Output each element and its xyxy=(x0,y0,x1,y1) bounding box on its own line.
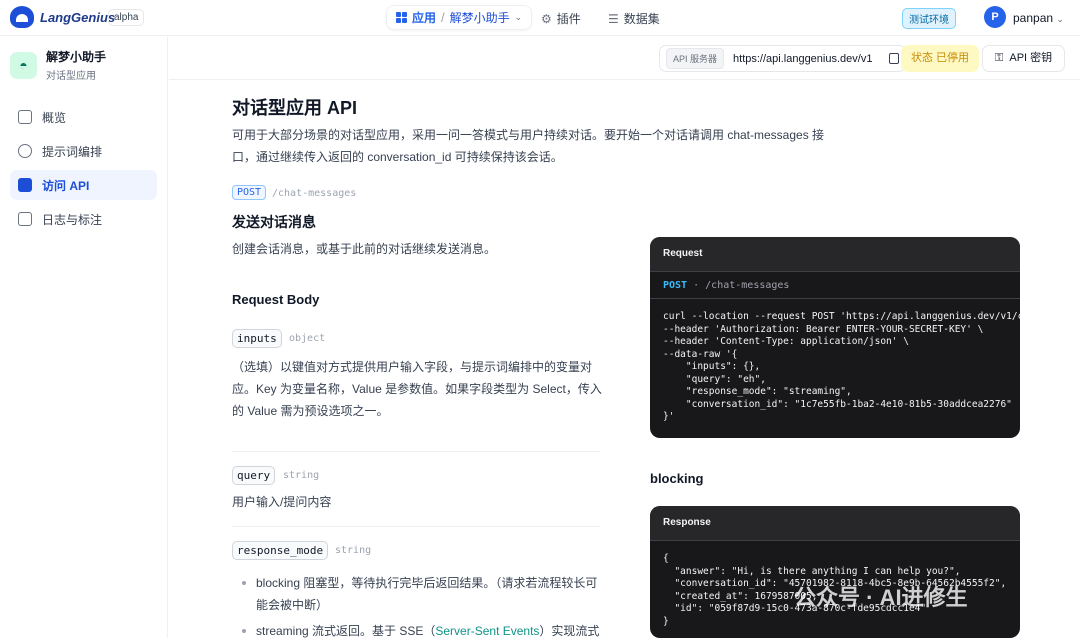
app-name: 解梦小助手 xyxy=(46,50,107,64)
alpha-badge: alpha xyxy=(108,9,145,26)
api-server-url: https://api.langgenius.dev/v1 xyxy=(733,52,873,65)
user-menu[interactable]: panpan ⌄ xyxy=(1013,11,1064,25)
param-type: string xyxy=(335,545,372,556)
nav-datasets-label: 数据集 xyxy=(623,12,660,26)
response-mode-list: blocking 阻塞型，等待执行完毕后返回结果。（请求若流程较长可能会被中断）… xyxy=(242,572,602,638)
param-name: query xyxy=(232,466,276,485)
plugin-icon: ⚙ xyxy=(541,11,552,26)
param-description: （选填）以键值对方式提供用户输入字段，与提示词编排中的变量对应。Key 为变量名… xyxy=(232,360,602,418)
request-method: POST xyxy=(663,280,688,291)
apps-grid-icon xyxy=(396,12,407,23)
api-server-box: API 服务器 https://api.langgenius.dev/v1 xyxy=(659,45,907,72)
key-icon: ⚿ xyxy=(995,52,1004,64)
environment-badge: 测试环境 xyxy=(902,8,956,29)
response-card-title: Response xyxy=(650,506,1020,540)
list-item-prefix: streaming 流式返回。基于 SSE（ xyxy=(256,624,436,638)
chevron-down-icon: ⌄ xyxy=(1056,14,1064,24)
page-title: 对话型应用 API xyxy=(232,98,358,118)
param-type: object xyxy=(289,333,326,344)
param-name: inputs xyxy=(232,329,282,348)
terminal-icon xyxy=(18,178,32,192)
status-badge: 状态 已停用 xyxy=(901,45,980,72)
watermark: 公众号 · AI进修生 xyxy=(794,585,968,610)
avatar[interactable]: P xyxy=(984,6,1006,28)
sse-link[interactable]: Server-Sent Events xyxy=(435,624,539,638)
blocking-heading: blocking xyxy=(650,471,704,486)
nav-plugins[interactable]: ⚙ 插件 xyxy=(541,10,581,27)
method-badge: POST xyxy=(232,185,267,200)
app-card[interactable]: ◓ 解梦小助手 对话型应用 xyxy=(10,48,106,82)
gear-icon xyxy=(18,144,32,158)
nav-apps-link[interactable]: 应用 xyxy=(412,9,436,26)
request-code[interactable]: curl --location --request POST 'https://… xyxy=(650,299,1020,436)
section-description: 创建会话消息，或基于此前的对话继续发送消息。 xyxy=(232,242,497,256)
api-server-label: API 服务器 xyxy=(666,48,725,69)
chart-icon xyxy=(18,110,32,124)
section-title: 发送对话消息 xyxy=(232,214,316,230)
logo-text: LangGenius xyxy=(40,9,116,25)
request-endpoint: POST · /chat-messages xyxy=(650,271,1020,299)
request-card-title: Request xyxy=(650,237,1020,271)
request-body-heading: Request Body xyxy=(232,292,320,307)
sidebar-item-prompt[interactable]: 提示词编排 xyxy=(10,136,157,166)
api-key-button[interactable]: ⚿ API 密钥 xyxy=(982,45,1066,72)
list-item: streaming 流式返回。基于 SSE（Server-Sent Events… xyxy=(242,620,602,638)
sidebar-item-logs[interactable]: 日志与标注 xyxy=(10,204,157,234)
param-description: 用户输入/提问内容 xyxy=(232,495,332,509)
nav-plugins-label: 插件 xyxy=(556,12,581,26)
sidebar: ◓ 解梦小助手 对话型应用 概览 提示词编排 访问 API 日志与标注 xyxy=(0,37,168,638)
divider xyxy=(232,451,600,452)
logo[interactable]: LangGenius xyxy=(10,6,115,28)
param-name: response_mode xyxy=(232,541,329,560)
sidebar-item-label: 提示词编排 xyxy=(42,144,103,159)
chevron-down-icon[interactable]: ⌄ xyxy=(515,12,523,23)
logo-icon xyxy=(10,6,34,28)
sidebar-item-label: 日志与标注 xyxy=(42,212,103,227)
request-path: /chat-messages xyxy=(705,280,790,291)
document-icon xyxy=(18,212,32,226)
top-bar: LangGenius alpha 应用 / 解梦小助手 ⌄ ⚙ 插件 ☰ 数据集… xyxy=(0,0,1080,36)
database-icon: ☰ xyxy=(608,11,619,26)
request-code-card: Request POST · /chat-messages curl --loc… xyxy=(650,237,1020,438)
sidebar-item-label: 访问 API xyxy=(42,178,90,193)
list-item: blocking 阻塞型，等待执行完毕后返回结果。（请求若流程较长可能会被中断） xyxy=(242,572,602,616)
app-emoji-icon: ◓ xyxy=(10,51,37,79)
current-app-selector[interactable]: 解梦小助手 xyxy=(450,9,510,26)
nav-datasets[interactable]: ☰ 数据集 xyxy=(608,10,660,27)
param-type: string xyxy=(283,470,320,481)
username: panpan xyxy=(1013,11,1054,25)
api-toolbar: API 服务器 https://api.langgenius.dev/v1 状态… xyxy=(169,37,1080,80)
endpoint-path: /chat-messages xyxy=(272,188,357,199)
app-nav[interactable]: 应用 / 解梦小助手 ⌄ xyxy=(386,5,533,30)
intro-text: 可用于大部分场景的对话型应用，采用一问一答模式与用户持续对话。要开始一个对话请调… xyxy=(232,128,825,164)
response-code-card: Response { "answer": "Hi, is there anyth… xyxy=(650,506,1020,638)
app-type: 对话型应用 xyxy=(46,71,96,82)
divider xyxy=(232,526,600,527)
sidebar-item-label: 概览 xyxy=(42,110,67,125)
sidebar-item-overview[interactable]: 概览 xyxy=(10,102,157,132)
breadcrumb-separator: / xyxy=(441,10,445,25)
copy-icon[interactable] xyxy=(889,53,900,64)
sidebar-item-api[interactable]: 访问 API xyxy=(10,170,157,200)
api-key-label: API 密钥 xyxy=(1009,52,1053,64)
